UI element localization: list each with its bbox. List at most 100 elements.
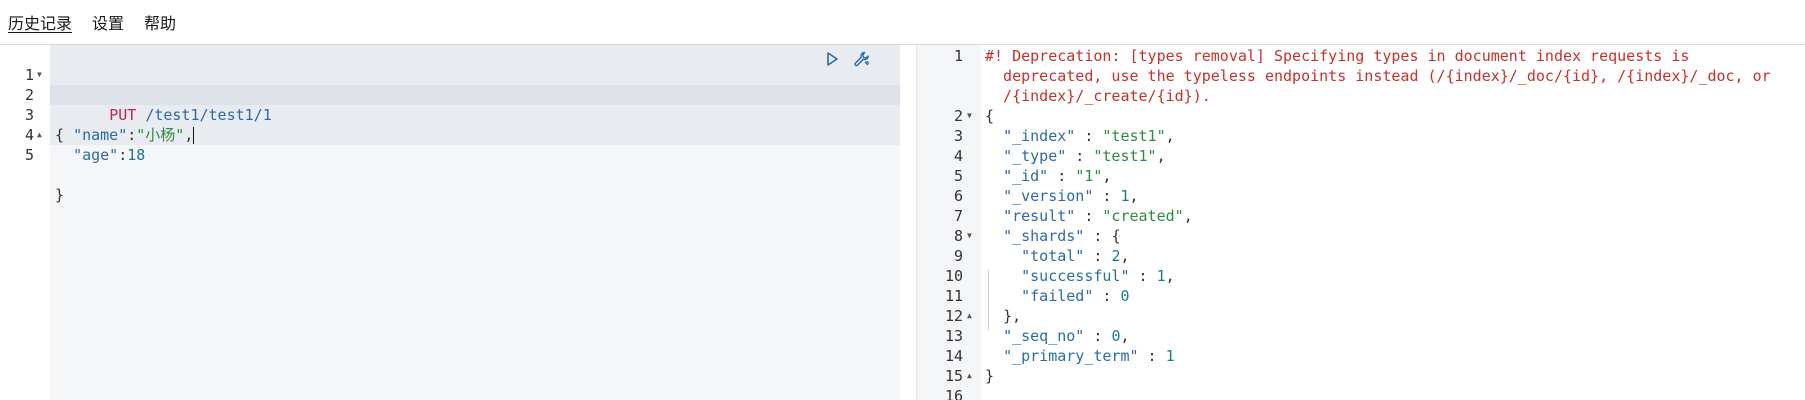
response-viewer[interactable]: 1 #! Deprecation: [types removal] Specify…	[916, 45, 1805, 400]
menu-bar: 历史记录 设置 帮助	[0, 0, 1805, 45]
fold-open-icon[interactable]: ▼	[967, 106, 972, 126]
line-number: 10	[944, 267, 963, 285]
response-line[interactable]: 8 ▼ "_shards" : {	[917, 226, 1805, 246]
json-key: "_index"	[1003, 127, 1076, 145]
menu-settings[interactable]: 设置	[92, 10, 124, 34]
json-colon: :	[1129, 267, 1157, 285]
json-colon: :	[1084, 327, 1112, 345]
line-number: 1	[953, 47, 963, 65]
pane-resizer[interactable]	[900, 45, 916, 400]
json-colon: :	[1093, 187, 1121, 205]
json-comma: ,	[1165, 267, 1175, 285]
json-comma: ,	[1183, 207, 1193, 225]
response-line[interactable]: 3 "_index" : "test1",	[917, 126, 1805, 146]
json-comma: ,	[1120, 247, 1130, 265]
json-key: "_version"	[1003, 187, 1094, 205]
code-text: "_version" : 1,	[985, 186, 1138, 206]
fold-close-icon[interactable]: ▲	[37, 125, 42, 145]
code-text: "result" : "created",	[985, 206, 1193, 226]
json-comma: ,	[1165, 127, 1175, 145]
json-punct: {	[985, 107, 995, 125]
request-line[interactable]: 3 "name":"小杨",	[0, 85, 900, 144]
menu-history[interactable]: 历史记录	[8, 10, 72, 34]
json-key: "failed"	[1021, 287, 1094, 305]
request-actions	[822, 49, 872, 69]
json-key: "_shards"	[1003, 227, 1085, 245]
json-value: 1	[1165, 347, 1175, 365]
code-text: {	[985, 106, 994, 126]
json-key: "_type"	[1003, 147, 1067, 165]
response-line[interactable]: 9 "total" : 2,	[917, 246, 1805, 266]
json-key: "successful"	[1021, 267, 1130, 285]
indent-guide	[988, 270, 989, 330]
json-colon: :	[1066, 147, 1094, 165]
response-line[interactable]: 1 #! Deprecation: [types removal] Specify…	[917, 46, 1805, 66]
json-value: "test1"	[1102, 127, 1166, 145]
code-text: "_id" : "1",	[985, 166, 1111, 186]
line-number: 5	[953, 167, 963, 185]
line-number: 13	[944, 327, 963, 345]
code-text: "total" : 2,	[985, 246, 1130, 266]
line-number: 2	[953, 107, 963, 125]
response-line[interactable]: 13 "_seq_no" : 0,	[917, 326, 1805, 346]
request-line[interactable]: 1 PUT /test1/test1/1	[0, 45, 900, 124]
line-number: 11	[944, 287, 963, 305]
fold-close-icon[interactable]: ▲	[967, 306, 972, 326]
response-line[interactable]: 11 "failed" : 0	[917, 286, 1805, 306]
request-line[interactable]: 5 ▲ }	[0, 125, 900, 204]
json-comma: ,	[1102, 167, 1112, 185]
code-text: "_index" : "test1",	[985, 126, 1175, 146]
json-key: "_primary_term"	[1003, 347, 1139, 365]
json-colon: :	[1075, 127, 1103, 145]
response-line[interactable]: 7 "result" : "created",	[917, 206, 1805, 226]
response-line[interactable]: 16	[917, 386, 1805, 400]
line-number: 6	[953, 187, 963, 205]
code-text: },	[985, 306, 1021, 326]
response-line[interactable]: deprecated, use the typeless endpoints i…	[917, 66, 1805, 86]
code-text: "_seq_no" : 0,	[985, 326, 1130, 346]
json-value: "1"	[1075, 167, 1103, 185]
wrench-icon[interactable]	[852, 49, 872, 69]
json-value: "test1"	[1093, 147, 1157, 165]
response-line[interactable]: 2 ▼ {	[917, 106, 1805, 126]
json-value: 1	[1156, 267, 1166, 285]
json-value: 0	[1120, 287, 1130, 305]
line-number: 3	[953, 127, 963, 145]
json-colon: :	[1075, 207, 1103, 225]
json-colon: :	[1084, 247, 1112, 265]
code-text: "successful" : 1,	[985, 266, 1175, 286]
json-colon: :	[1048, 167, 1076, 185]
response-line[interactable]: 4 "_type" : "test1",	[917, 146, 1805, 166]
play-icon[interactable]	[822, 49, 842, 69]
request-editor[interactable]: 1 PUT /test1/test1/1 2 ▼ { 3 "name":"小杨"…	[0, 45, 900, 400]
json-colon: :	[1138, 347, 1166, 365]
code-text: "_type" : "test1",	[985, 146, 1166, 166]
response-line[interactable]: 15 ▲}	[917, 366, 1805, 386]
response-line[interactable]: 10 "successful" : 1,	[917, 266, 1805, 286]
code-text: }	[55, 186, 65, 204]
code-text: "failed" : 0	[985, 286, 1130, 306]
line-number: 14	[944, 347, 963, 365]
code-text: "_primary_term" : 1	[985, 346, 1175, 366]
request-line[interactable]: 2 ▼ {	[0, 65, 900, 144]
line-number: 12	[944, 307, 963, 325]
response-line[interactable]: /{index}/_create/{id}).	[917, 86, 1805, 106]
response-line[interactable]: 14 "_primary_term" : 1	[917, 346, 1805, 366]
fold-open-icon[interactable]: ▼	[967, 226, 972, 246]
response-line[interactable]: 12 ▲ },	[917, 306, 1805, 326]
json-key: "_seq_no"	[1003, 327, 1085, 345]
json-key: "age"	[73, 146, 119, 164]
fold-close-icon[interactable]: ▲	[967, 366, 972, 386]
menu-help[interactable]: 帮助	[144, 10, 176, 34]
line-number: 4	[953, 147, 963, 165]
request-line[interactable]: 4 "age":18	[0, 105, 900, 164]
json-key: "result"	[1003, 207, 1076, 225]
response-line[interactable]: 5 "_id" : "1",	[917, 166, 1805, 186]
line-number: 8	[953, 227, 963, 245]
response-line[interactable]: 6 "_version" : 1,	[917, 186, 1805, 206]
json-colon: :	[1093, 287, 1121, 305]
json-comma: ,	[1120, 327, 1130, 345]
json-colon: :	[1084, 227, 1112, 245]
fold-open-icon[interactable]: ▼	[37, 65, 42, 85]
deprecation-warning: deprecated, use the typeless endpoints i…	[985, 67, 1771, 85]
